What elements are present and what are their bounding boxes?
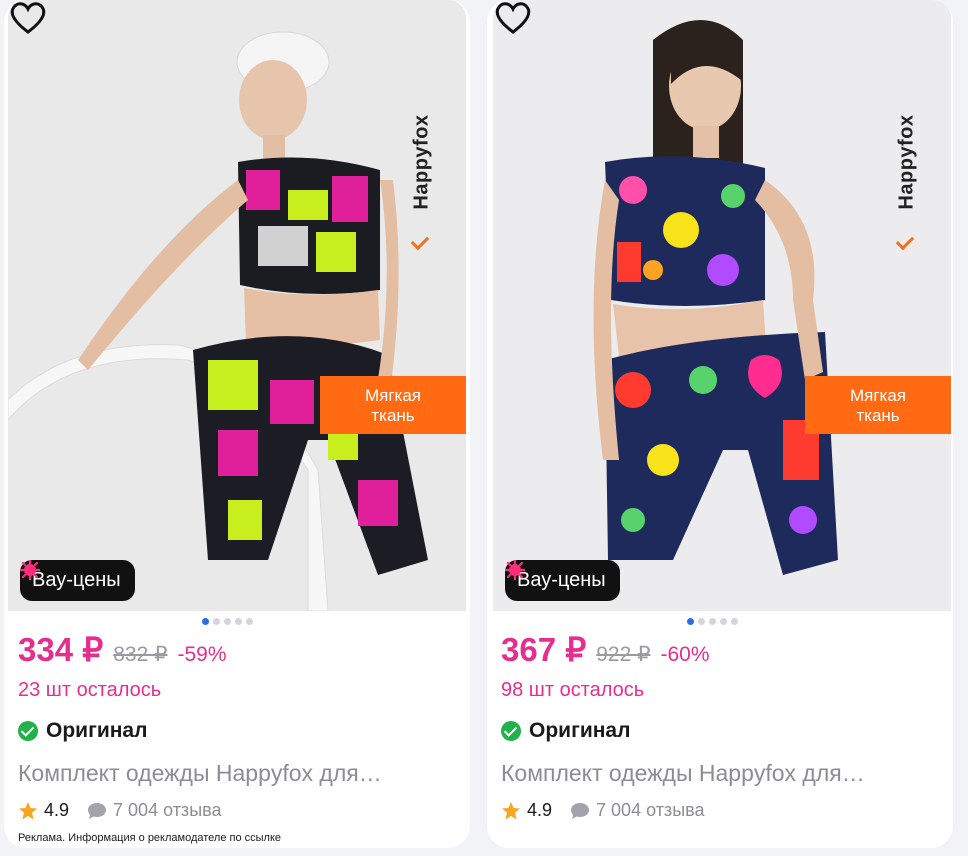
carousel-dot[interactable] [698,618,705,625]
product-photo[interactable]: Happyfox Мягкая ткань Вау-цены [8,0,466,611]
heart-outline-icon[interactable] [8,0,48,36]
promo-badge: Мягкая ткань [805,376,951,434]
original-badge: Оригинал [18,719,147,743]
check-circle-icon [501,721,521,741]
rating-row: 4.9 7 004 отзыва [501,800,705,821]
rating-row: 4.9 7 004 отзыва [18,800,222,821]
product-title[interactable]: Комплект одежды Happyfox для… [18,760,458,787]
wow-label: Вау-цены [32,569,121,591]
burst-icon [505,560,525,580]
rating-value: 4.9 [527,800,553,820]
current-price: 367 ₽ [501,631,587,668]
stock-left: 23 шт осталось [18,679,162,701]
carousel-dot[interactable] [202,618,209,625]
original-label: Оригинал [529,719,631,742]
carousel-dot[interactable] [731,618,738,625]
chat-bubble-icon [88,802,107,819]
product-card[interactable]: Happyfox Мягкая ткань Вау-цены 367 ₽ 922… [487,0,953,848]
chat-bubble-icon [571,802,590,819]
old-price: 922 ₽ [596,643,651,666]
price-row: 367 ₽ 922 ₽ -60% [501,630,710,669]
promo-line-2: ткань [371,406,415,425]
carousel-dot[interactable] [687,618,694,625]
star-icon [502,801,520,819]
wow-label: Вау-цены [517,569,606,591]
original-label: Оригинал [46,719,148,742]
old-price: 832 ₽ [113,643,168,666]
carousel-dot[interactable] [235,618,242,625]
promo-line-1: Мягкая [364,386,422,405]
carousel-dot[interactable] [720,618,727,625]
wow-price-badge: Вау-цены [505,560,620,601]
current-price: 334 ₽ [18,631,104,668]
discount: -59% [177,643,227,666]
discount: -60% [660,643,710,666]
review-count[interactable]: 7 004 отзыва [113,800,221,821]
model-illustration [493,0,951,611]
carousel-dot[interactable] [709,618,716,625]
carousel-dots[interactable] [687,618,738,625]
original-badge: Оригинал [501,719,630,743]
burst-icon [20,560,40,580]
product-photo[interactable]: Happyfox Мягкая ткань Вау-цены [493,0,951,611]
promo-line-1: Мягкая [849,386,907,405]
wow-price-badge: Вау-цены [20,560,135,601]
review-count[interactable]: 7 004 отзыва [596,800,704,821]
promo-line-2: ткань [856,406,900,425]
carousel-dot[interactable] [246,618,253,625]
check-circle-icon [18,721,38,741]
rating-value: 4.9 [44,800,70,820]
product-card[interactable]: Happyfox Мягкая ткань Вау-цены 334 ₽ 832… [4,0,470,848]
carousel-dots[interactable] [202,618,253,625]
brand-logo: Happyfox [408,92,436,251]
carousel-dot[interactable] [224,618,231,625]
brand-logo: Happyfox [893,92,921,251]
carousel-dot[interactable] [213,618,220,625]
model-illustration [8,0,466,611]
promo-badge: Мягкая ткань [320,376,466,434]
ad-disclaimer[interactable]: Реклама. Информация о рекламодателе по с… [18,832,281,844]
product-title[interactable]: Комплект одежды Happyfox для… [501,760,941,787]
price-row: 334 ₽ 832 ₽ -59% [18,630,227,669]
stock-left: 98 шт осталось [501,679,645,701]
star-icon [19,801,37,819]
heart-outline-icon[interactable] [493,0,533,36]
